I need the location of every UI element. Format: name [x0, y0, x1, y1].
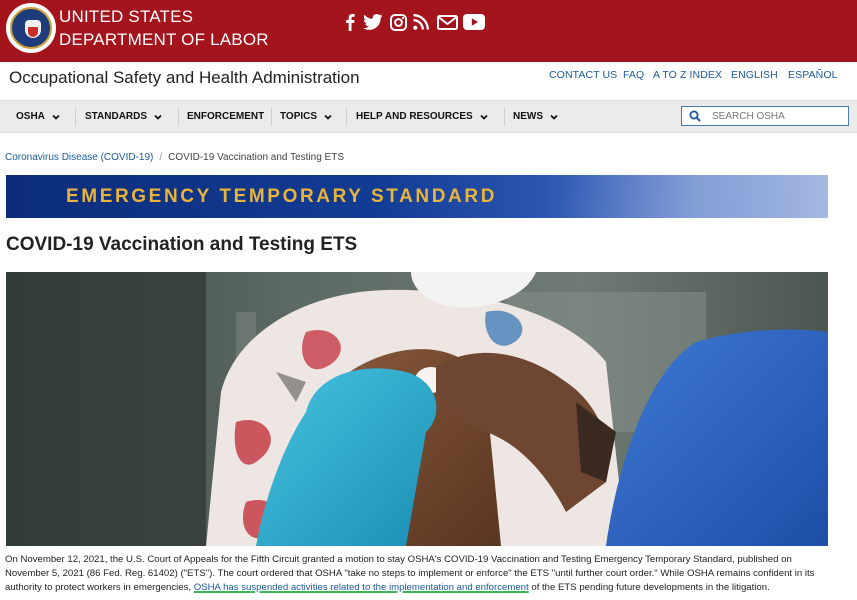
nav-divider [504, 108, 505, 126]
ets-banner-image: EMERGENCY TEMPORARY STANDARD [6, 175, 828, 218]
shield-icon [28, 27, 38, 37]
seal-ring [10, 7, 52, 49]
search-icon[interactable] [689, 110, 701, 122]
page-title: COVID-19 Vaccination and Testing ETS [6, 234, 358, 255]
ets-banner-text: EMERGENCY TEMPORARY STANDARD [66, 186, 498, 207]
nav-item-label: HELP AND RESOURCES [356, 111, 473, 122]
nav-item-help-and-resources[interactable]: HELP AND RESOURCES [356, 101, 489, 132]
faq-link[interactable]: FAQ [623, 69, 644, 81]
top-banner: UNITED STATES DEPARTMENT OF LABOR [0, 0, 857, 62]
nav-item-topics[interactable]: TOPICS [280, 101, 333, 132]
agency-name[interactable]: Occupational Safety and Health Administr… [9, 68, 360, 88]
chevron-down-icon [324, 114, 332, 120]
espanol-link[interactable]: ESPAÑOL [788, 69, 838, 81]
facebook-icon[interactable] [343, 11, 357, 33]
nav-item-label: STANDARDS [85, 111, 148, 122]
nav-divider [75, 108, 76, 126]
nav-item-label: ENFORCEMENT [187, 111, 265, 122]
search-box[interactable] [681, 106, 849, 126]
chevron-down-icon [550, 114, 558, 120]
nav-divider [271, 108, 272, 126]
twitter-icon[interactable] [362, 11, 384, 33]
chevron-down-icon [154, 114, 162, 120]
nav-divider [178, 108, 179, 126]
hero-vaccination-photo [6, 272, 828, 546]
nav-item-enforcement[interactable]: ENFORCEMENT [187, 101, 264, 132]
nav-item-label: OSHA [16, 111, 45, 122]
dept-name-line2[interactable]: DEPARTMENT OF LABOR [59, 30, 269, 50]
notice-highlight-link[interactable]: OSHA has suspended activities related to… [194, 582, 529, 593]
nav-item-standards[interactable]: STANDARDS [85, 101, 163, 132]
nav-item-news[interactable]: NEWS [513, 101, 559, 132]
instagram-icon[interactable] [388, 11, 408, 33]
breadcrumb-separator: / [159, 152, 163, 163]
contact-us-link[interactable]: CONTACT US [549, 69, 617, 81]
chevron-down-icon [52, 114, 60, 120]
english-link[interactable]: ENGLISH [731, 69, 778, 81]
youtube-icon[interactable] [462, 11, 486, 33]
breadcrumb: Coronavirus Disease (COVID-19) / COVID-19 … [5, 152, 344, 163]
email-icon[interactable] [435, 11, 459, 33]
breadcrumb-current: COVID-19 Vaccination and Testing ETS [168, 152, 345, 163]
dept-name-line1[interactable]: UNITED STATES [59, 7, 193, 27]
a-to-z-index-link[interactable]: A TO Z INDEX [653, 69, 722, 81]
breadcrumb-link-covid19[interactable]: Coronavirus Disease (COVID-19) [5, 152, 153, 163]
dol-seal-logo[interactable] [6, 3, 56, 53]
notice-text-after: of the ETS pending future developments i… [528, 582, 770, 593]
search-input[interactable] [712, 108, 842, 124]
nav-item-label: TOPICS [280, 111, 318, 122]
rss-icon[interactable] [412, 11, 430, 33]
nav-item-osha[interactable]: OSHA [16, 101, 61, 132]
ets-stay-notice: On November 12, 2021, the U.S. Court of … [5, 553, 831, 595]
nav-divider [346, 108, 347, 126]
chevron-down-icon [480, 114, 488, 120]
nav-item-label: NEWS [513, 111, 543, 122]
